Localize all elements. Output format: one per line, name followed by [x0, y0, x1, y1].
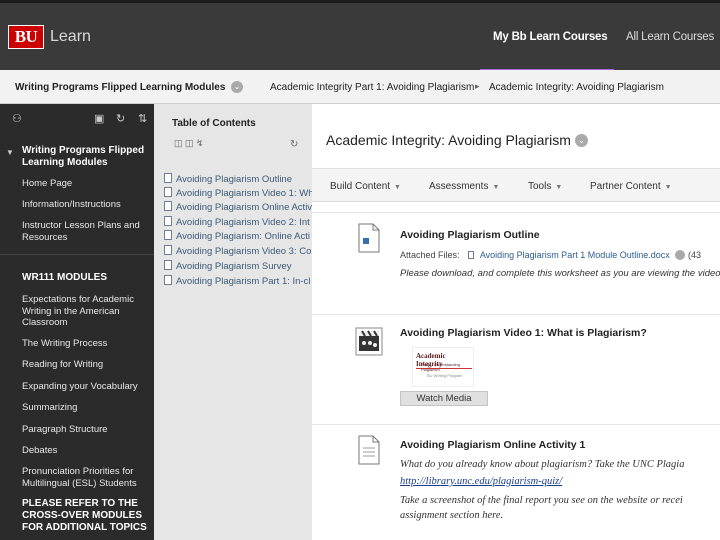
file-icon [164, 275, 172, 285]
partner-content-menu[interactable]: Partner Content ▼ [590, 181, 672, 192]
bu-logo[interactable]: BU [8, 25, 44, 49]
action-bar: Build Content ▼ Assessments ▼ Tools ▼ Partn… [312, 168, 720, 202]
build-content-menu[interactable]: Build Content ▼ [330, 181, 401, 192]
attached-file-link[interactable]: Avoiding Plagiarism Part 1 Module Outlin… [480, 250, 670, 260]
toc-title: Table of Contents [172, 118, 256, 129]
sidebar-item-expectations[interactable]: Expectations for Academic Writing in the… [22, 294, 150, 329]
chevron-down-icon: ▼ [394, 184, 401, 191]
item-title[interactable]: Avoiding Plagiarism Outline [400, 229, 540, 241]
document-icon [358, 435, 380, 465]
course-menu-toolbar: ⚇ ▣ ↻ ⇅ [0, 104, 154, 134]
file-icon [468, 251, 475, 259]
video-clapperboard-icon [355, 327, 383, 356]
attachment-row: Attached Files: Avoiding Plagiarism Part… [400, 250, 702, 260]
toc-item[interactable]: Avoiding Plagiarism Outline [164, 173, 292, 185]
section-heading-wr111: WR111 MODULES [22, 272, 108, 283]
sidebar-item-reading-for-writing[interactable]: Reading for Writing [22, 359, 150, 371]
collapse-caret-icon[interactable]: ▼ [6, 148, 14, 157]
table-of-contents-panel: Table of Contents ◫ ◫ ↯ ↻ Avoiding Plagi… [154, 104, 312, 540]
chevron-down-icon[interactable] [675, 250, 686, 260]
sidebar-item-pronunciation[interactable]: Pronunciation Priorities for Multilingua… [22, 466, 150, 489]
toc-toolbar[interactable]: ◫ ◫ ↯ [174, 138, 204, 149]
sidebar-item-debates[interactable]: Debates [22, 445, 150, 457]
file-icon [164, 245, 172, 255]
toc-item[interactable]: Avoiding Plagiarism Video 3: Co [164, 245, 311, 257]
content-area: Academic Integrity: Avoiding Plagiarism … [312, 104, 720, 540]
assessments-menu[interactable]: Assessments ▼ [429, 181, 499, 192]
tab-my-bb-learn-courses[interactable]: My Bb Learn Courses [493, 31, 608, 43]
crossover-notice[interactable]: PLEASE REFER TO THE CROSS-OVER MODULES F… [22, 498, 150, 534]
item-title[interactable]: Avoiding Plagiarism Video 1: What is Pla… [400, 327, 647, 339]
chevron-down-icon: ▼ [664, 184, 672, 191]
file-icon [164, 173, 172, 183]
tools-menu[interactable]: Tools ▼ [528, 181, 562, 192]
top-header: BU Learn My Bb Learn Courses All Learn C… [0, 0, 720, 73]
item-description: Take a screenshot of the final report yo… [400, 495, 683, 506]
toc-item[interactable]: Avoiding Plagiarism Video 1: Wh [164, 187, 312, 199]
breadcrumb-current: Academic Integrity: Avoiding Plagiarism [489, 82, 664, 93]
video-thumbnail[interactable]: Academic Integrity Part 1: Understanding… [412, 347, 474, 387]
chevron-down-icon[interactable]: ⌄ [231, 81, 243, 93]
item-description: What do you already know about plagiaris… [400, 459, 685, 470]
list-item: Avoiding Plagiarism Video 1: What is Pla… [312, 314, 720, 424]
add-menu-item-icon[interactable]: ⚇ [12, 112, 22, 125]
breadcrumb-separator-icon: ▸ [475, 81, 480, 91]
quiz-link[interactable]: http://library.unc.edu/plagiarism-quiz/ [400, 476, 562, 487]
toc-item[interactable]: Avoiding Plagiarism Online Activ [164, 201, 312, 213]
refresh-icon[interactable]: ↻ [116, 112, 125, 125]
document-icon [358, 223, 380, 253]
sidebar-item-writing-process[interactable]: The Writing Process [22, 338, 150, 350]
content-list: Avoiding Plagiarism Outline Attached Fil… [312, 212, 720, 540]
item-description: Please download, and complete this works… [400, 268, 720, 279]
course-menu-title[interactable]: Writing Programs Flipped Learning Module… [22, 145, 150, 169]
menu-divider [0, 254, 154, 255]
watch-media-button[interactable]: Watch Media [400, 391, 488, 406]
sidebar-item-lesson-plans[interactable]: Instructor Lesson Plans and Resources [22, 220, 150, 243]
thumbnail-subtitle: Part 1: Understanding Plagiarism [421, 362, 460, 372]
breadcrumb-folder[interactable]: Academic Integrity Part 1: Avoiding Plag… [270, 82, 474, 93]
item-title[interactable]: Avoiding Plagiarism Online Activity 1 [400, 439, 585, 451]
sort-icon[interactable]: ⇅ [138, 112, 147, 125]
course-menu: ⚇ ▣ ↻ ⇅ ▼ Writing Programs Flipped Learn… [0, 104, 154, 540]
file-icon [164, 230, 172, 240]
chevron-down-icon[interactable]: ⌄ [575, 134, 588, 147]
toc-item[interactable]: Avoiding Plagiarism: Online Acti [164, 230, 310, 242]
sidebar-item-paragraph-structure[interactable]: Paragraph Structure [22, 424, 150, 436]
file-icon [164, 260, 172, 270]
app-name: Learn [50, 28, 91, 45]
breadcrumb: Writing Programs Flipped Learning Module… [0, 70, 720, 104]
item-description: assignment section here. [400, 510, 504, 521]
list-item: Avoiding Plagiarism Outline Attached Fil… [312, 212, 720, 314]
sidebar-item-home-page[interactable]: Home Page [22, 178, 150, 190]
page-title: Academic Integrity: Avoiding Plagiarism [326, 132, 571, 148]
file-icon [164, 187, 172, 197]
thumbnail-rule [416, 368, 472, 369]
chevron-down-icon: ▼ [555, 184, 563, 191]
thumbnail-footer: BU Writing Program [427, 373, 463, 378]
toc-refresh-icon[interactable]: ↻ [290, 139, 298, 150]
file-icon [164, 201, 172, 211]
toc-item[interactable]: Avoiding Plagiarism Part 1: In-cl [164, 275, 310, 287]
sidebar-item-summarizing[interactable]: Summarizing [22, 402, 150, 414]
tab-all-learn-courses[interactable]: All Learn Courses [626, 31, 714, 43]
file-icon [164, 216, 172, 226]
sidebar-item-vocabulary[interactable]: Expanding your Vocabulary [22, 381, 150, 393]
chevron-down-icon: ▼ [492, 184, 500, 191]
sidebar-item-information[interactable]: Information/Instructions [22, 199, 150, 211]
toc-item[interactable]: Avoiding Plagiarism Survey [164, 260, 291, 272]
breadcrumb-course[interactable]: Writing Programs Flipped Learning Module… [15, 82, 225, 93]
toc-item[interactable]: Avoiding Plagiarism Video 2: Int [164, 216, 310, 228]
list-item: Avoiding Plagiarism Online Activity 1 Wh… [312, 424, 720, 540]
folder-view-icon[interactable]: ▣ [94, 112, 104, 125]
